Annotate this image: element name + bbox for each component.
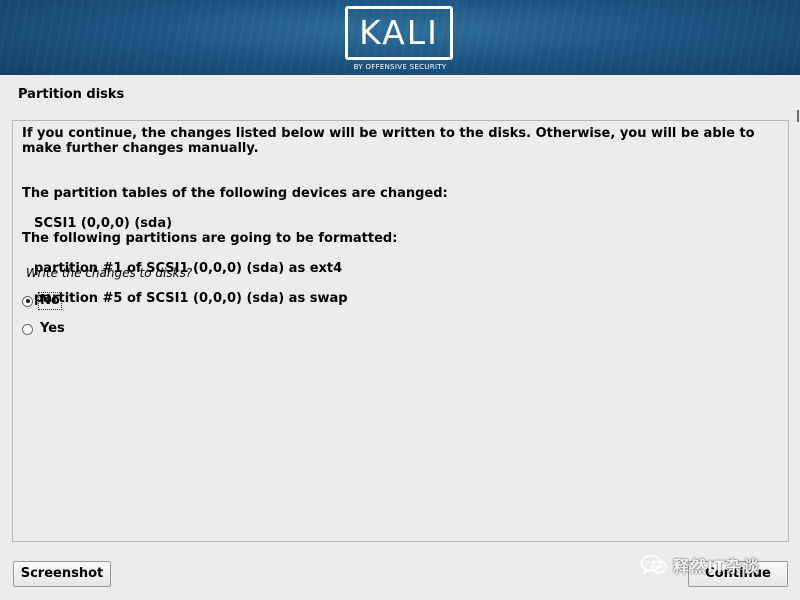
question-label: Write the changes to disks?: [26, 266, 193, 280]
kali-logo: KALI: [345, 6, 453, 60]
wechat-icon: [640, 554, 667, 575]
kali-logo-subtitle: BY OFFENSIVE SECURITY: [353, 63, 447, 71]
intro-text: If you continue, the changes listed belo…: [22, 126, 755, 156]
kali-logo-text: KALI: [359, 13, 439, 52]
format-partition-2: partition #5 of SCSI1 (0,0,0) (sda) as s…: [34, 291, 348, 306]
option-yes[interactable]: Yes: [22, 319, 66, 339]
page-title: Partition disks: [18, 87, 125, 102]
option-no-label[interactable]: No: [38, 292, 62, 310]
option-no[interactable]: No: [22, 291, 62, 311]
radio-yes[interactable]: [22, 323, 33, 335]
radio-no[interactable]: [22, 295, 33, 307]
window-edge-marker: [797, 110, 799, 122]
continue-button[interactable]: Continue: [688, 561, 788, 587]
screenshot-button[interactable]: Screenshot: [13, 561, 111, 587]
option-yes-label[interactable]: Yes: [39, 321, 66, 337]
content-panel: If you continue, the changes listed belo…: [12, 120, 789, 542]
partition-tables-heading: The partition tables of the following de…: [22, 186, 448, 201]
kali-banner: KALI BY OFFENSIVE SECURITY: [0, 0, 800, 75]
format-heading: The following partitions are going to be…: [22, 231, 398, 246]
